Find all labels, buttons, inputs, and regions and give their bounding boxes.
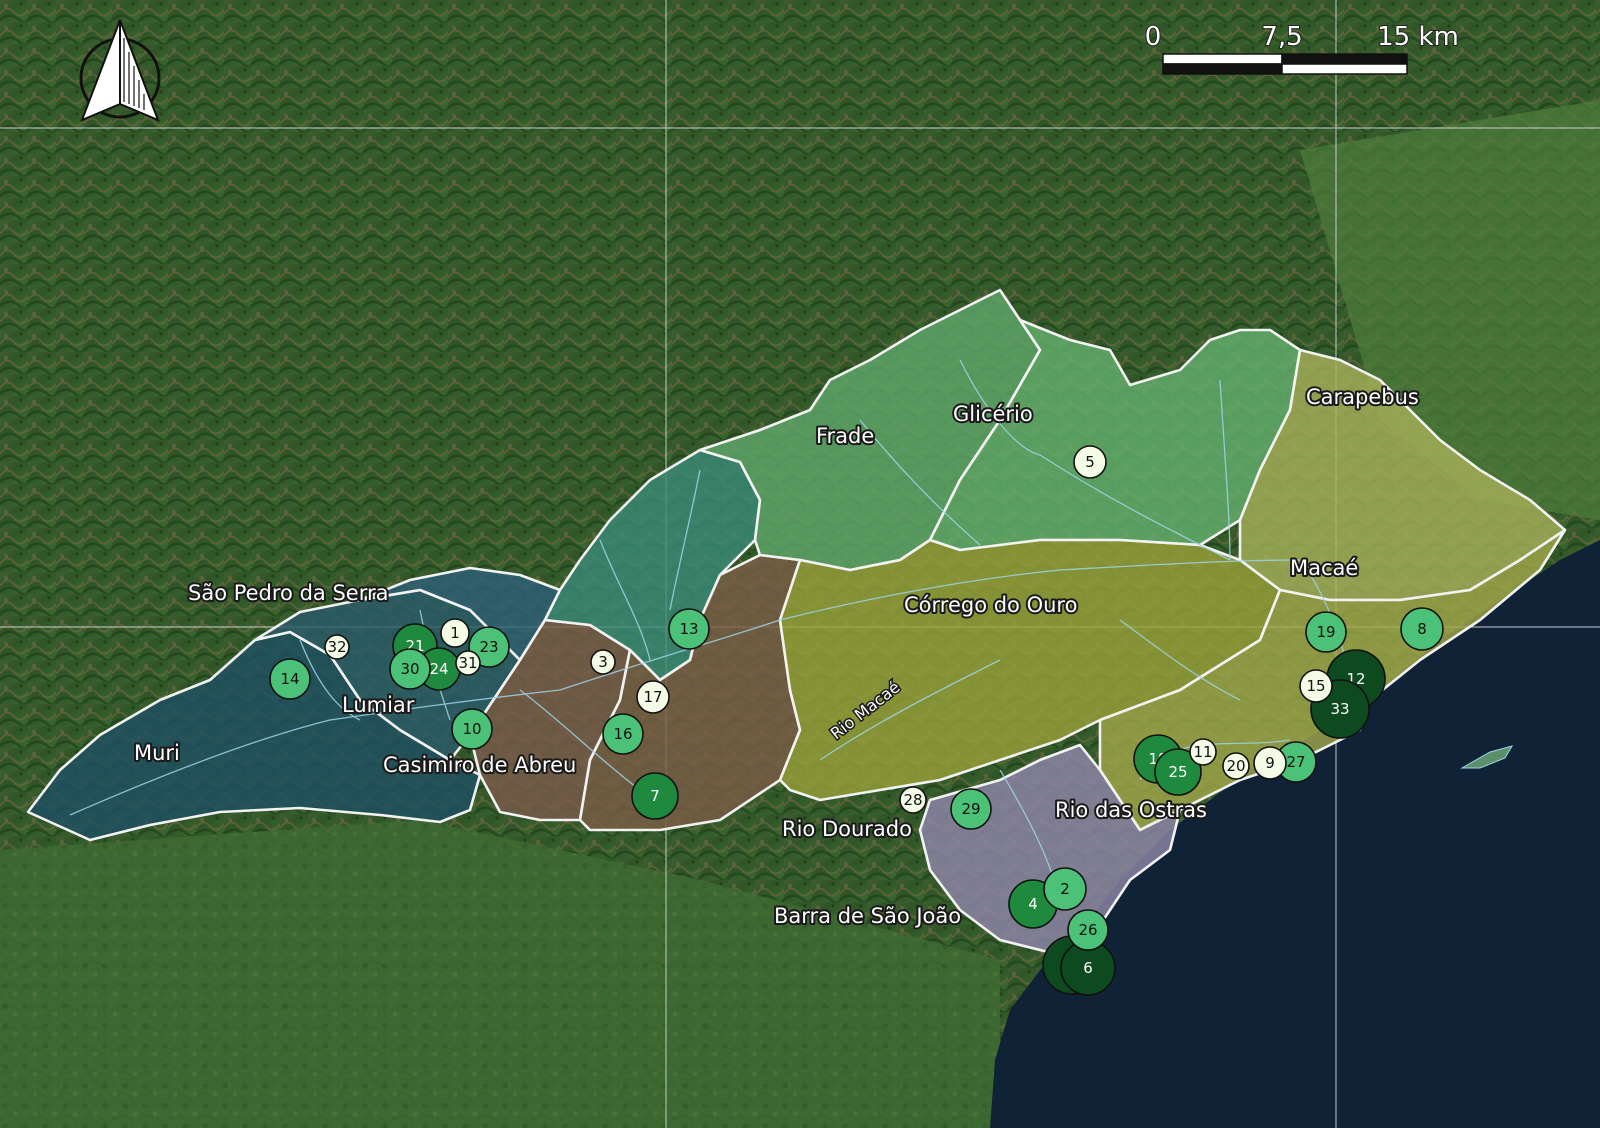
label-frade: Frade <box>816 424 874 448</box>
site-marker-16[interactable]: 16 <box>602 713 644 755</box>
site-marker-13[interactable]: 13 <box>668 608 710 650</box>
site-label-32: 32 <box>327 638 346 656</box>
site-marker-14[interactable]: 14 <box>269 658 311 700</box>
scale-segment-4 <box>1281 63 1408 75</box>
label-muri: Muri <box>134 741 180 765</box>
site-label-10: 10 <box>462 720 481 738</box>
site-label-14: 14 <box>280 670 299 688</box>
site-label-16: 16 <box>613 725 632 743</box>
site-label-26: 26 <box>1078 921 1097 939</box>
site-marker-3[interactable]: 3 <box>590 649 616 675</box>
label-carapebus: Carapebus <box>1306 385 1419 409</box>
site-label-7: 7 <box>650 787 660 805</box>
label-glicerio: Glicério <box>953 402 1033 426</box>
site-label-27: 27 <box>1286 753 1305 771</box>
site-marker-26[interactable]: 26 <box>1067 909 1109 951</box>
site-marker-2[interactable]: 2 <box>1043 867 1087 911</box>
site-label-28: 28 <box>903 791 922 809</box>
site-label-23: 23 <box>479 638 498 656</box>
site-marker-17[interactable]: 17 <box>636 680 670 714</box>
site-label-11: 11 <box>1193 743 1212 761</box>
site-marker-11[interactable]: 11 <box>1189 738 1217 766</box>
site-marker-7[interactable]: 7 <box>631 772 679 820</box>
scale-label-0: 0 <box>1145 22 1162 52</box>
site-label-29: 29 <box>961 800 980 818</box>
site-label-31: 31 <box>458 654 477 672</box>
site-label-24: 24 <box>429 660 448 678</box>
site-label-15: 15 <box>1306 677 1325 695</box>
site-marker-29[interactable]: 29 <box>950 788 992 830</box>
site-marker-9[interactable]: 9 <box>1253 746 1287 780</box>
scale-segment-3 <box>1281 53 1408 65</box>
site-label-13: 13 <box>679 620 698 638</box>
site-marker-28[interactable]: 28 <box>899 786 927 814</box>
site-label-6: 6 <box>1083 959 1093 977</box>
site-marker-31[interactable]: 31 <box>455 650 481 676</box>
label-casimiro: Casimiro de Abreu <box>383 753 576 777</box>
label-corrego: Córrego do Ouro <box>904 593 1077 617</box>
scale-label-end: 15 km <box>1377 22 1459 52</box>
site-marker-8[interactable]: 8 <box>1400 607 1444 651</box>
site-marker-30[interactable]: 30 <box>389 648 431 690</box>
label-lumiar: Lumiar <box>342 693 415 717</box>
site-label-3: 3 <box>598 653 608 671</box>
site-label-19: 19 <box>1316 623 1335 641</box>
site-marker-32[interactable]: 32 <box>324 634 350 660</box>
site-label-9: 9 <box>1265 754 1275 772</box>
site-label-30: 30 <box>400 660 419 678</box>
label-rio-ostras: Rio das Ostras <box>1055 798 1207 822</box>
site-marker-5[interactable]: 5 <box>1073 445 1107 479</box>
site-marker-15[interactable]: 15 <box>1299 669 1333 703</box>
label-rio-dourado: Rio Dourado <box>782 817 912 841</box>
scale-segment-1 <box>1162 53 1283 65</box>
map-canvas[interactable]: São Pedro da Serra Lumiar Muri Casimiro … <box>0 0 1600 1128</box>
label-macae: Macaé <box>1290 556 1358 580</box>
site-label-1: 1 <box>450 624 460 642</box>
scale-segment-2 <box>1162 63 1283 75</box>
site-marker-1[interactable]: 1 <box>440 618 470 648</box>
label-sao-pedro: São Pedro da Serra <box>188 581 388 605</box>
site-marker-10[interactable]: 10 <box>451 708 493 750</box>
site-marker-19[interactable]: 19 <box>1305 611 1347 653</box>
site-label-33: 33 <box>1330 700 1349 718</box>
site-label-20: 20 <box>1226 757 1245 775</box>
label-barra: Barra de São João <box>774 904 961 928</box>
site-label-8: 8 <box>1417 620 1427 638</box>
site-marker-20[interactable]: 20 <box>1222 752 1250 780</box>
site-label-17: 17 <box>643 688 662 706</box>
scale-label-mid: 7,5 <box>1261 22 1302 52</box>
site-label-2: 2 <box>1060 880 1070 898</box>
site-label-5: 5 <box>1085 453 1095 471</box>
site-label-4: 4 <box>1028 895 1038 913</box>
site-label-25: 25 <box>1168 763 1187 781</box>
